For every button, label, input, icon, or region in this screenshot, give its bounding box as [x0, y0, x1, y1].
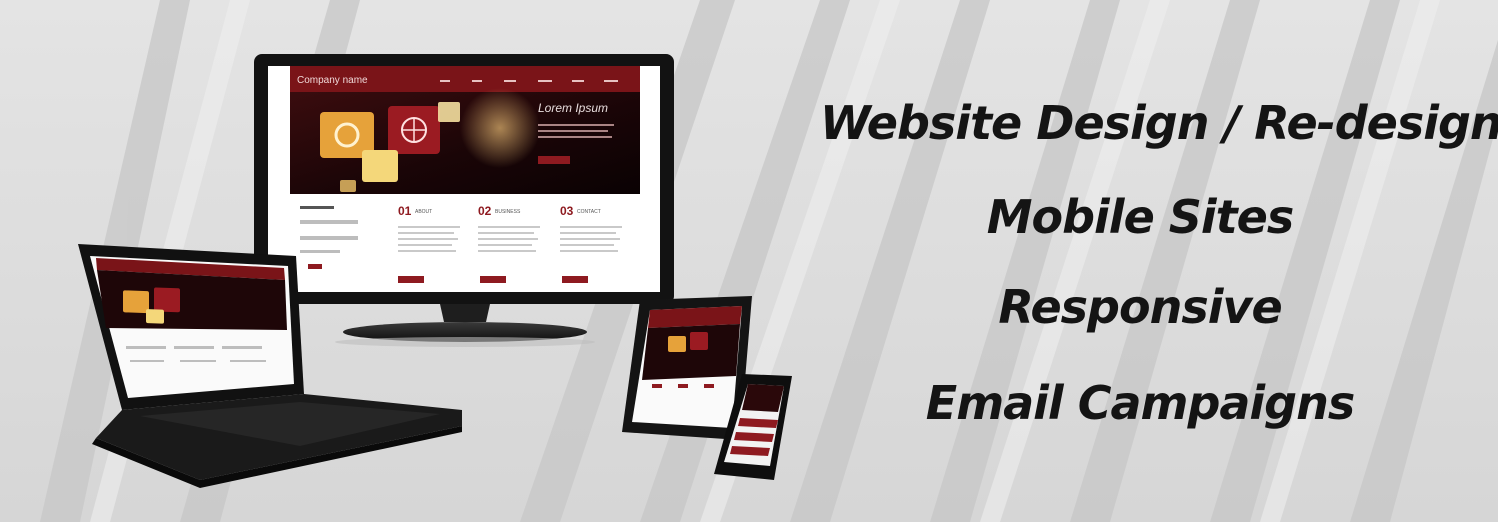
service-mobile-sites: Mobile Sites: [986, 190, 1295, 244]
hero-banner: Company name Lorem Ipsum 01 ABOUT 02 BUS…: [0, 0, 1498, 522]
svg-text:ABOUT: ABOUT: [415, 209, 432, 215]
svg-text:01: 01: [398, 204, 412, 218]
svg-text:02: 02: [478, 204, 492, 218]
monitor-company-name: Company name: [297, 75, 368, 86]
service-responsive: Responsive: [998, 280, 1282, 334]
svg-text:CONTACT: CONTACT: [577, 209, 601, 215]
service-email-campaigns: Email Campaigns: [925, 376, 1355, 430]
devices-illustration: Company name Lorem Ipsum 01 ABOUT 02 BUS…: [78, 54, 792, 488]
svg-text:03: 03: [560, 204, 574, 218]
monitor-hero-title: Lorem Ipsum: [538, 101, 608, 115]
monitor-hero-button: [538, 156, 570, 164]
svg-text:BUSINESS: BUSINESS: [495, 209, 521, 215]
desktop-monitor: Company name Lorem Ipsum 01 ABOUT 02 BUS…: [254, 54, 674, 347]
service-website-design: Website Design / Re-design: [820, 96, 1498, 150]
cloud-icon: [362, 150, 398, 182]
